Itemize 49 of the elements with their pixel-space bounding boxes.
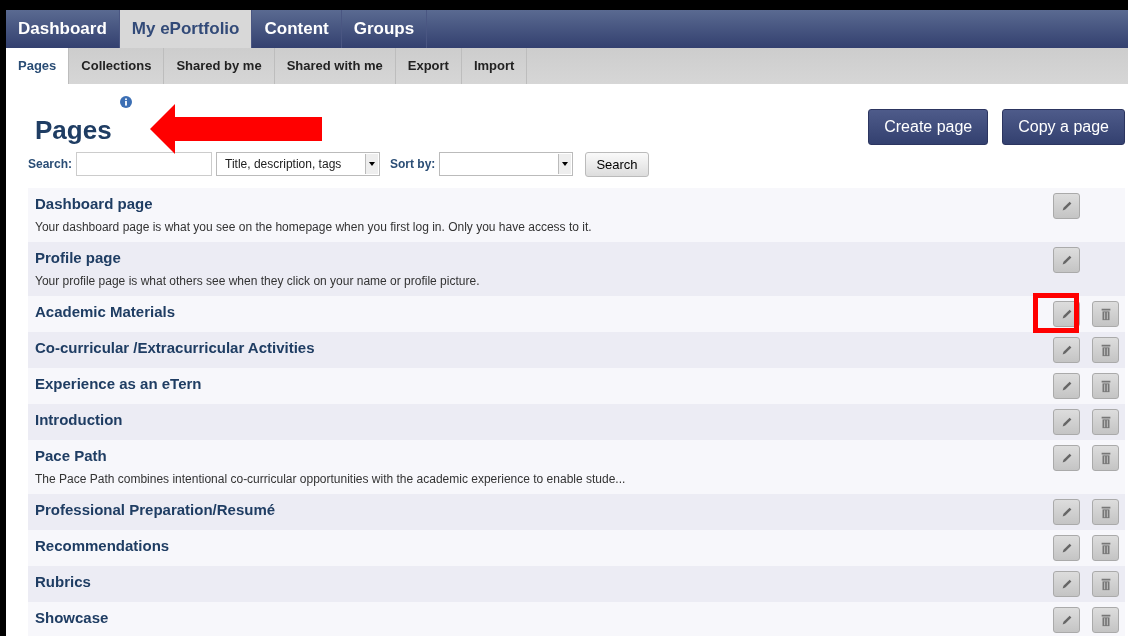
page-description: Your dashboard page is what you see on the homepage when you first log in. Only you have access to it. xyxy=(35,219,592,236)
edit-button[interactable] xyxy=(1053,445,1080,471)
header-button[interactable]: Copy a page xyxy=(1002,109,1125,145)
page-title-link[interactable]: Co-curricular /Extracurricular Activities xyxy=(35,337,315,359)
edit-button[interactable] xyxy=(1053,409,1080,435)
delete-button[interactable] xyxy=(1092,535,1119,561)
edit-button[interactable] xyxy=(1053,535,1080,561)
edit-button[interactable] xyxy=(1053,571,1080,597)
delete-button[interactable] xyxy=(1092,499,1119,525)
page-description: The Pace Path combines intentional co-curricular opportunities with the academic experience to enable stude... xyxy=(35,471,626,488)
edit-button[interactable] xyxy=(1053,499,1080,525)
page-title-link[interactable]: Rubrics xyxy=(35,571,91,593)
delete-button[interactable] xyxy=(1092,445,1119,471)
delete-button[interactable] xyxy=(1092,337,1119,363)
nav-tab[interactable]: My ePortfolio xyxy=(119,10,253,48)
delete-button[interactable] xyxy=(1092,373,1119,399)
delete-button[interactable] xyxy=(1092,409,1119,435)
delete-button[interactable] xyxy=(1092,607,1119,633)
page-description: Your profile page is what others see when they click on your name or profile picture. xyxy=(35,273,480,290)
page-heading: Pages xyxy=(35,114,112,146)
page-title-link[interactable]: Dashboard page xyxy=(35,193,592,215)
sub-tab[interactable]: Shared by me xyxy=(164,48,275,84)
scope-dropdown[interactable]: Title, description, tags xyxy=(216,152,381,176)
page-title-link[interactable]: Academic Materials xyxy=(35,301,176,323)
search-button[interactable]: Search xyxy=(585,151,649,177)
search-label: Search: xyxy=(28,157,73,171)
page-title-link[interactable]: Recommendations xyxy=(35,535,170,557)
page-title-link[interactable]: Profile page xyxy=(35,247,480,269)
search-field[interactable] xyxy=(76,152,213,176)
page-title-link[interactable]: Professional Preparation/Resumé xyxy=(35,499,276,521)
sub-tab[interactable]: Shared with me xyxy=(274,48,396,84)
sub-tab[interactable]: Collections xyxy=(69,48,165,84)
edit-button[interactable] xyxy=(1053,247,1080,273)
page-title-link[interactable]: Pace Path xyxy=(35,445,626,467)
sub-tab[interactable]: Export xyxy=(395,48,462,84)
delete-button[interactable] xyxy=(1092,571,1119,597)
sub-tab[interactable]: Import xyxy=(461,48,528,84)
page-title-link[interactable]: Showcase xyxy=(35,607,109,629)
edit-button[interactable] xyxy=(1053,193,1080,219)
header-button[interactable]: Create page xyxy=(868,109,989,145)
page-title-link[interactable]: Experience as an eTern xyxy=(35,373,202,395)
sub-tab[interactable]: Pages xyxy=(6,48,70,84)
info-icon[interactable] xyxy=(119,96,132,108)
edit-button[interactable] xyxy=(1053,373,1080,399)
page-title-link[interactable]: Introduction xyxy=(35,409,123,431)
sort-label: Sort by: xyxy=(390,157,436,171)
edit-button[interactable] xyxy=(1053,337,1080,363)
delete-button[interactable] xyxy=(1092,301,1119,327)
edit-button[interactable] xyxy=(1053,607,1080,633)
